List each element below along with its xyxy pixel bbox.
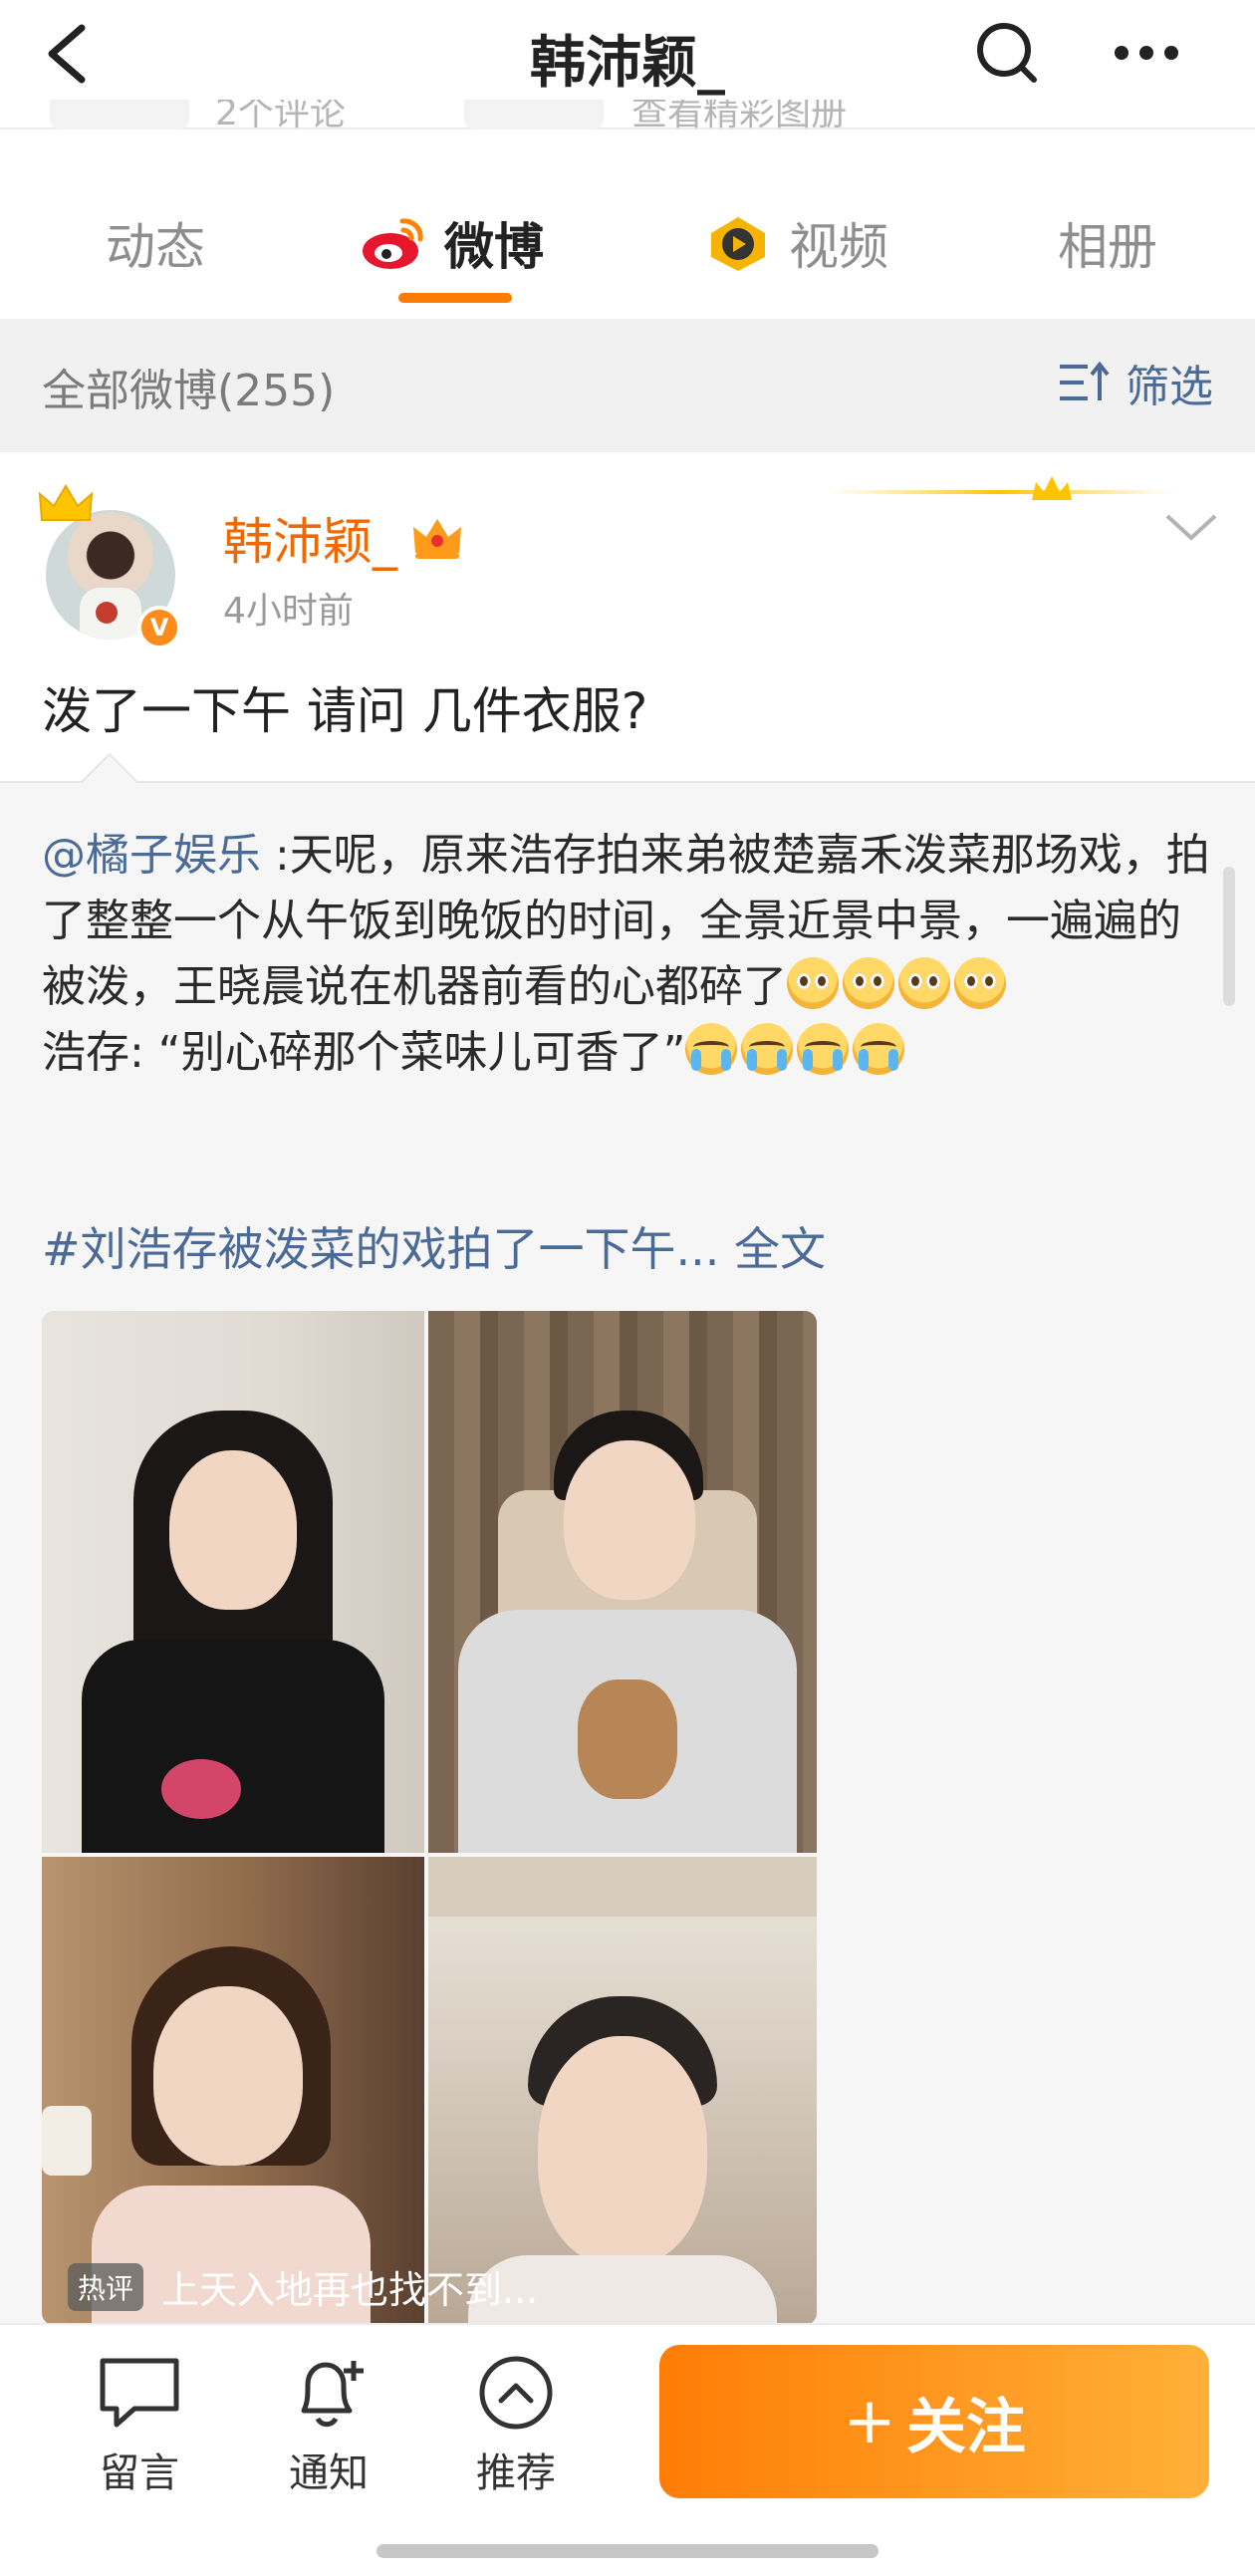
crying-emoji-icon — [685, 1023, 738, 1075]
crying-emoji-icon — [741, 1023, 794, 1075]
plus-icon: + — [843, 2385, 896, 2458]
pleading-emoji-icon — [843, 957, 894, 1009]
comment-icon — [100, 2358, 179, 2428]
filter-label: 筛选 — [1126, 362, 1213, 412]
tab-video[interactable]: 视频 — [703, 207, 888, 279]
search-button[interactable] — [974, 18, 1040, 88]
repost-quote: 浩存: “别心碎那个菜味儿可香了” — [42, 1027, 686, 1078]
tab-album[interactable]: 相册 — [1058, 207, 1157, 279]
recommend-label: 推荐 — [476, 2450, 556, 2496]
mention-link[interactable]: @橘子娱乐 — [42, 830, 261, 881]
pleading-emoji-icon — [787, 957, 839, 1009]
full-text-link[interactable]: 全文 — [734, 1222, 826, 1276]
chevron-up-circle-icon — [479, 2356, 553, 2430]
photo-3[interactable] — [42, 1857, 424, 2325]
hashtag-line: #刘浩存被泼菜的戏拍了一下午... 全文 — [42, 1213, 826, 1279]
chevron-down-icon — [1165, 514, 1217, 541]
crown-icon — [38, 484, 94, 521]
vip-crown-icon — [413, 519, 461, 559]
comment-button[interactable]: 留言 — [70, 2353, 209, 2498]
collapsed-thumb — [464, 100, 604, 129]
crying-emoji-icon — [797, 1023, 850, 1075]
collapsed-thumb — [50, 100, 189, 129]
scrollbar[interactable] — [1223, 867, 1235, 1006]
post-menu-button[interactable] — [1163, 508, 1219, 548]
author-name[interactable]: 韩沛颖_ — [223, 502, 465, 574]
pleading-emoji-icon — [954, 957, 1006, 1009]
hot-comment-text: 上天入地再也找不到... — [161, 2268, 539, 2312]
follow-button[interactable]: + 关注 — [659, 2345, 1209, 2498]
photo-grid[interactable]: 热评 上天入地再也找不到... — [42, 1311, 817, 2325]
tab-label: 相册 — [1058, 218, 1157, 276]
page-title: 韩沛颖_ — [530, 31, 725, 96]
search-icon — [977, 23, 1037, 83]
hot-comment-tag: 热评 — [68, 2262, 144, 2311]
comment-label: 留言 — [100, 2450, 179, 2496]
notify-button[interactable]: 通知 — [259, 2353, 398, 2498]
follow-label: 关注 — [905, 2392, 1026, 2462]
repost-text: @橘子娱乐 :天呢，原来浩存拍来弟被楚嘉禾泼菜那场戏，拍了整整一个从午饭到晚饭的… — [42, 823, 1217, 1086]
photo-4[interactable] — [428, 1857, 817, 2325]
weibo-post: V 韩沛颖_ 4小时前 泼了一下午 请问 几件衣服? — [0, 452, 1255, 781]
post-text: 泼了一下午 请问 几件衣服? — [42, 682, 648, 740]
hot-comment-overlay: 热评 上天入地再也找不到... — [68, 2259, 538, 2314]
active-tab-indicator — [398, 293, 512, 303]
crying-emoji-icon — [853, 1023, 905, 1075]
recommend-button[interactable]: 推荐 — [446, 2353, 586, 2498]
post-count-label: 全部微博(255) — [42, 366, 336, 416]
weibo-logo-icon — [363, 218, 423, 269]
tab-label: 动态 — [106, 218, 205, 276]
tab-label: 视频 — [789, 218, 888, 276]
top-bar: 2个评论 查看精彩图册 韩沛颖_ — [0, 0, 1255, 129]
author-name-text: 韩沛颖_ — [223, 513, 397, 571]
collapsed-album-link: 查看精彩图册 — [631, 100, 848, 129]
home-indicator[interactable] — [376, 2544, 878, 2558]
collapsed-header-strip: 2个评论 查看精彩图册 — [0, 100, 1255, 129]
more-icon — [1115, 46, 1178, 60]
photo-1[interactable] — [42, 1311, 424, 1853]
tab-dynamics[interactable]: 动态 — [106, 207, 205, 279]
more-button[interactable] — [1112, 30, 1181, 76]
author-avatar[interactable]: V — [36, 480, 185, 649]
verified-badge: V — [137, 606, 181, 649]
collapsed-comment-count: 2个评论 — [215, 100, 346, 129]
bottom-action-bar: 留言 通知 推荐 + 关注 — [0, 2323, 1255, 2576]
tab-label: 微博 — [444, 218, 544, 276]
filter-button[interactable]: 筛选 — [1058, 351, 1213, 414]
post-time: 4小时前 — [223, 591, 354, 632]
crown-decoration-icon — [827, 476, 1175, 500]
video-play-icon — [711, 217, 765, 271]
profile-tabs: 动态 微博 视频 相册 — [0, 129, 1255, 319]
filter-bar: 全部微博(255) 筛选 — [0, 319, 1255, 452]
repost-card[interactable]: @橘子娱乐 :天呢，原来浩存拍来弟被楚嘉禾泼菜那场戏，拍了整整一个从午饭到晚饭的… — [0, 752, 1255, 2325]
notify-label: 通知 — [289, 2450, 369, 2496]
bell-plus-icon — [301, 2361, 364, 2428]
filter-icon — [1060, 361, 1110, 400]
tab-weibo[interactable]: 微博 — [359, 207, 544, 279]
hashtag-link[interactable]: #刘浩存被泼菜的戏拍了一下午... — [42, 1222, 719, 1276]
pleading-emoji-icon — [898, 957, 950, 1009]
photo-2[interactable] — [428, 1311, 817, 1853]
